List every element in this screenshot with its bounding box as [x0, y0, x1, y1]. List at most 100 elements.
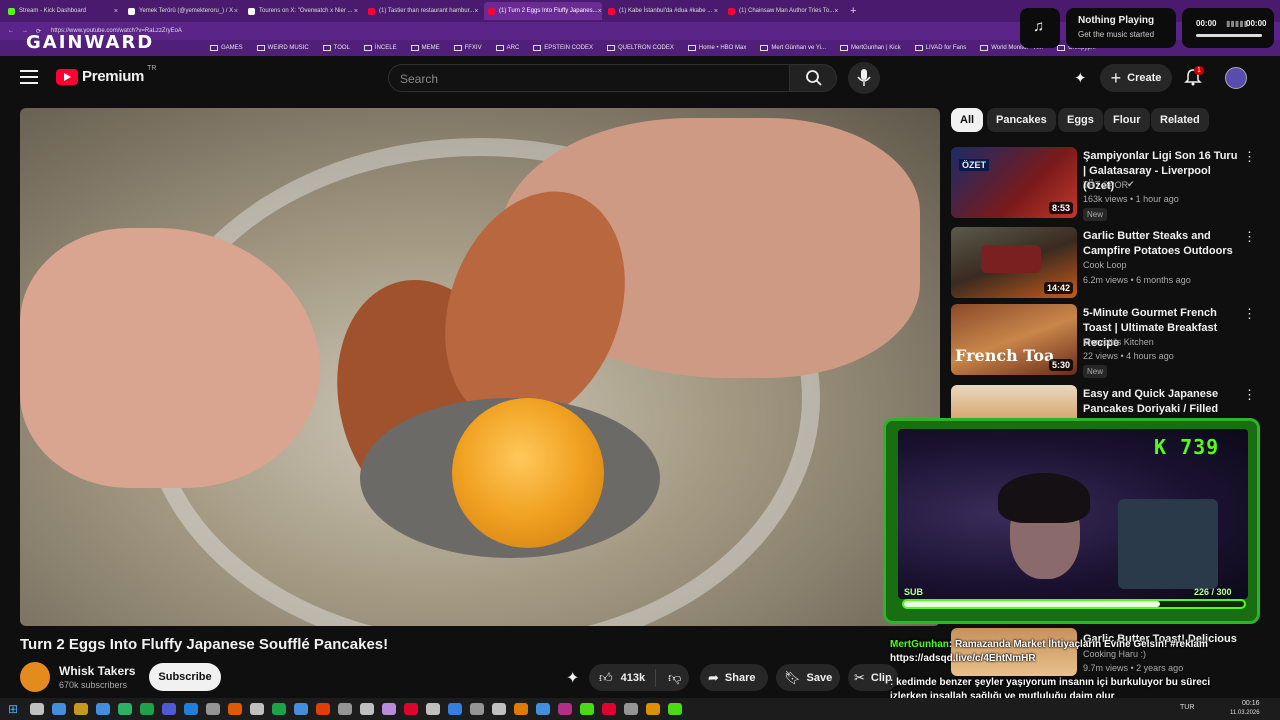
- back-icon[interactable]: ←: [8, 28, 14, 34]
- bookmark-item[interactable]: WEIRD MUSIC: [256, 45, 309, 51]
- recommendation-item[interactable]: 14:42 Garlic Butter Steaks and Campfire …: [951, 227, 1256, 299]
- tab-close-icon[interactable]: ×: [474, 8, 478, 15]
- taskbar-app-icon[interactable]: [206, 703, 221, 715]
- tab-close-icon[interactable]: ×: [234, 8, 238, 15]
- taskbar-app-icon[interactable]: [360, 703, 375, 715]
- taskbar-app-icon[interactable]: [580, 703, 595, 715]
- video-thumbnail[interactable]: [951, 385, 1077, 419]
- search-input[interactable]: Search: [388, 64, 790, 92]
- video-title[interactable]: Easy and Quick Japanese Pancakes Doriyak…: [1083, 387, 1238, 419]
- browser-tab[interactable]: Tourens on X: "Overwatch x Nier ... ×: [244, 2, 362, 20]
- chip-pancakes[interactable]: Pancakes: [987, 108, 1056, 132]
- tab-close-icon[interactable]: ×: [354, 8, 358, 15]
- video-thumbnail[interactable]: 14:42: [951, 227, 1077, 298]
- save-button[interactable]: 🔖︎ Save: [776, 664, 840, 691]
- create-button[interactable]: + Create: [1100, 64, 1172, 92]
- bookmark-item[interactable]: Mert Günhan ve Yi...: [760, 45, 826, 51]
- chip-related[interactable]: Related: [1151, 108, 1209, 132]
- more-options-icon[interactable]: ⋮: [1243, 229, 1256, 245]
- taskbar-app-icon[interactable]: [492, 703, 507, 715]
- taskbar-app-icon[interactable]: [338, 703, 353, 715]
- more-options-icon[interactable]: ⋮: [1243, 387, 1256, 403]
- bookmark-item[interactable]: İNCELE: [363, 45, 397, 51]
- bookmark-item[interactable]: LIVAD for Fans: [914, 45, 966, 51]
- bookmark-item[interactable]: TOOL: [322, 45, 350, 51]
- taskbar-app-icon[interactable]: [162, 703, 177, 715]
- taskbar-app-icon[interactable]: [272, 703, 287, 715]
- taskbar-app-icon[interactable]: [316, 703, 331, 715]
- browser-tab[interactable]: (1) Tastier than restaurant hambur... ×: [364, 2, 482, 20]
- taskbar-app-icon[interactable]: [52, 703, 67, 715]
- bookmark-item[interactable]: GAMES: [210, 45, 243, 51]
- more-options-icon[interactable]: ⋮: [1243, 149, 1256, 165]
- bookmark-item[interactable]: QUELTRON CODEX: [606, 45, 674, 51]
- browser-tab[interactable]: Stream - Kick Dashboard ×: [4, 2, 122, 20]
- browser-tab[interactable]: Yemek Terörü (@yemekteroru_) / X ×: [124, 2, 242, 20]
- tab-close-icon[interactable]: ×: [714, 8, 718, 15]
- video-title[interactable]: Garlic Butter Steaks and Campfire Potato…: [1083, 229, 1238, 259]
- video-player[interactable]: [20, 108, 940, 626]
- taskbar-app-icon[interactable]: [382, 703, 397, 715]
- search-button[interactable]: [789, 64, 837, 92]
- taskbar-app-icon[interactable]: [250, 703, 265, 715]
- taskbar-app-icon[interactable]: [624, 703, 639, 715]
- extension-icon[interactable]: ✦: [1074, 69, 1087, 87]
- bookmark-item[interactable]: FFXIV: [453, 45, 482, 51]
- avatar[interactable]: [1225, 67, 1247, 89]
- taskbar-app-icon[interactable]: [96, 703, 111, 715]
- channel-name[interactable]: Mervotti's Kitchen: [1083, 337, 1154, 347]
- taskbar-app-icon[interactable]: [74, 703, 89, 715]
- voice-search-button[interactable]: [848, 62, 880, 94]
- tab-close-icon[interactable]: ×: [834, 8, 838, 15]
- taskbar-app-icon[interactable]: [228, 703, 243, 715]
- browser-tab[interactable]: (1) Kabe İstanbul'da #dua #kabe ... ×: [604, 2, 722, 20]
- taskbar-app-icon[interactable]: [646, 703, 661, 715]
- taskbar-app-icon[interactable]: [30, 703, 45, 715]
- recommendation-item[interactable]: French Toa 5:30 5-Minute Gourmet French …: [951, 304, 1256, 379]
- more-options-icon[interactable]: ⋮: [1243, 306, 1256, 322]
- chip-all[interactable]: All: [951, 108, 984, 132]
- music-icon-box[interactable]: ♫: [1020, 8, 1060, 48]
- notifications-button[interactable]: 1: [1184, 66, 1204, 88]
- share-button[interactable]: ➦ Share: [700, 664, 768, 691]
- taskbar-app-icon[interactable]: [536, 703, 551, 715]
- taskbar-date[interactable]: 11.03.2026: [1230, 710, 1260, 716]
- sponsor-icon[interactable]: ✦: [566, 668, 579, 688]
- video-thumbnail[interactable]: ÖZET 8:53: [951, 147, 1077, 218]
- recommendation-item[interactable]: ÖZET 8:53 Şampiyonlar Ligi Son 16 Turu |…: [951, 147, 1256, 222]
- youtube-logo[interactable]: Premium TR: [56, 65, 156, 85]
- taskbar-app-icon[interactable]: [514, 703, 529, 715]
- taskbar-app-icon[interactable]: [426, 703, 441, 715]
- bookmark-item[interactable]: Home • HBO Max: [687, 45, 746, 51]
- bookmark-item[interactable]: ARC: [495, 45, 519, 51]
- bookmark-item[interactable]: MertGunhan | Kick: [840, 45, 901, 51]
- subscribe-button[interactable]: Subscribe: [149, 663, 221, 691]
- tab-close-icon[interactable]: ×: [598, 8, 602, 15]
- taskbar-app-icon[interactable]: [294, 703, 309, 715]
- bookmark-item[interactable]: MEME: [410, 45, 440, 51]
- browser-tab[interactable]: (1) Turn 2 Eggs Into Fluffy Japanes... ×: [484, 2, 602, 20]
- tab-close-icon[interactable]: ×: [114, 8, 118, 15]
- chip-eggs[interactable]: Eggs: [1058, 108, 1103, 132]
- taskbar-app-icon[interactable]: [602, 703, 617, 715]
- taskbar-time[interactable]: 00:16: [1242, 700, 1260, 707]
- music-seek-bar[interactable]: [1196, 34, 1262, 37]
- taskbar-app-icon[interactable]: [118, 703, 133, 715]
- menu-icon[interactable]: [20, 70, 38, 84]
- channel-name[interactable]: Cook Loop: [1083, 260, 1127, 270]
- channel-avatar[interactable]: [20, 662, 50, 692]
- channel-name[interactable]: TRT SPOR: [1083, 180, 1128, 190]
- browser-tab[interactable]: (1) Chainsaw Man Author Tries To... ×: [724, 2, 842, 20]
- recommendation-item[interactable]: Easy and Quick Japanese Pancakes Doriyak…: [951, 385, 1256, 419]
- taskbar-app-icon[interactable]: [404, 703, 419, 715]
- video-thumbnail[interactable]: French Toa 5:30: [951, 304, 1077, 375]
- dislike-button[interactable]: 👎︎: [656, 670, 693, 686]
- windows-start-icon[interactable]: ⊞: [8, 702, 18, 716]
- new-tab-icon[interactable]: +: [850, 5, 856, 17]
- taskbar-app-icon[interactable]: [184, 703, 199, 715]
- like-button[interactable]: 👍︎ 413k: [589, 668, 657, 687]
- taskbar-app-icon[interactable]: [668, 703, 683, 715]
- taskbar-app-icon[interactable]: [470, 703, 485, 715]
- bookmark-item[interactable]: EPSTEIN CODEX: [533, 45, 593, 51]
- taskbar-app-icon[interactable]: [448, 703, 463, 715]
